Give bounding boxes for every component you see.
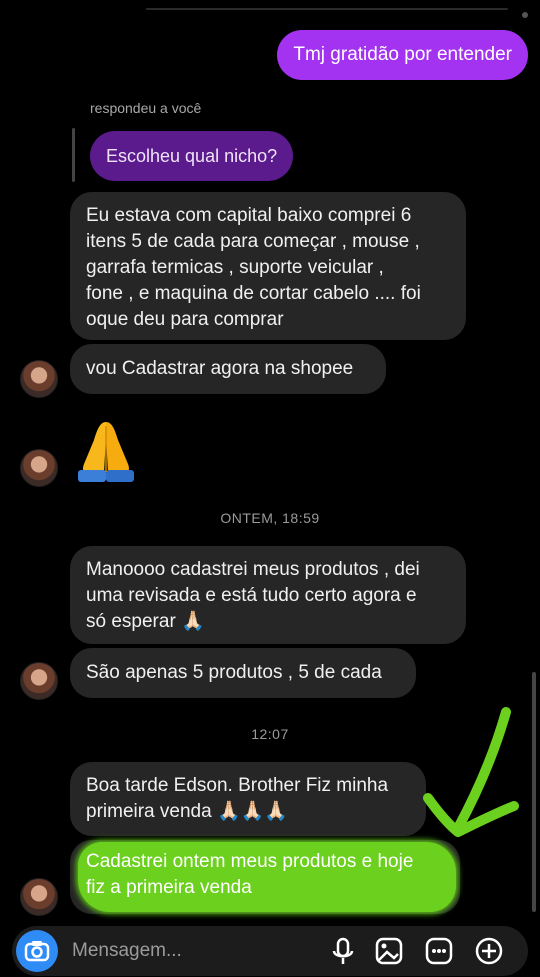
avatar[interactable] [20, 878, 58, 916]
message-input[interactable]: Mensagem... [72, 940, 182, 962]
hand-drawn-arrow-icon [423, 707, 519, 837]
received-message-bubble[interactable]: São apenas 5 produtos , 5 de cada [70, 648, 416, 698]
received-message-bubble[interactable]: Eu estava com capital baixo comprei 6 it… [70, 192, 466, 340]
status-dot [522, 12, 528, 18]
reply-quote-bar [72, 128, 75, 182]
microphone-icon[interactable] [328, 936, 358, 966]
image-icon[interactable] [374, 936, 404, 966]
received-message-bubble[interactable]: Manoooo cadastrei meus produtos , dei um… [70, 546, 466, 644]
timestamp-divider: ONTEM, 18:59 [220, 510, 320, 526]
scrollbar[interactable] [532, 672, 536, 912]
sent-message-bubble[interactable]: Tmj gratidão por entender [277, 30, 528, 80]
highlighted-message-text: Cadastrei ontem meus produtos e hoje fiz… [86, 851, 414, 898]
avatar[interactable] [20, 662, 58, 700]
received-message-bubble[interactable]: vou Cadastrar agora na shopee [70, 344, 386, 394]
camera-icon [24, 941, 50, 962]
top-divider [146, 8, 508, 10]
avatar[interactable] [20, 449, 58, 487]
avatar[interactable] [20, 360, 58, 398]
add-icon[interactable] [474, 936, 504, 966]
camera-button[interactable] [16, 930, 58, 972]
reply-indicator-text: respondeu a você [90, 100, 202, 116]
praying-hands-emoji [78, 422, 134, 482]
replied-message-bubble[interactable]: Escolheu qual nicho? [90, 131, 294, 181]
received-message-bubble[interactable]: Boa tarde Edson. Brother Fiz minha prime… [70, 762, 426, 836]
sticker-icon[interactable] [424, 936, 454, 966]
